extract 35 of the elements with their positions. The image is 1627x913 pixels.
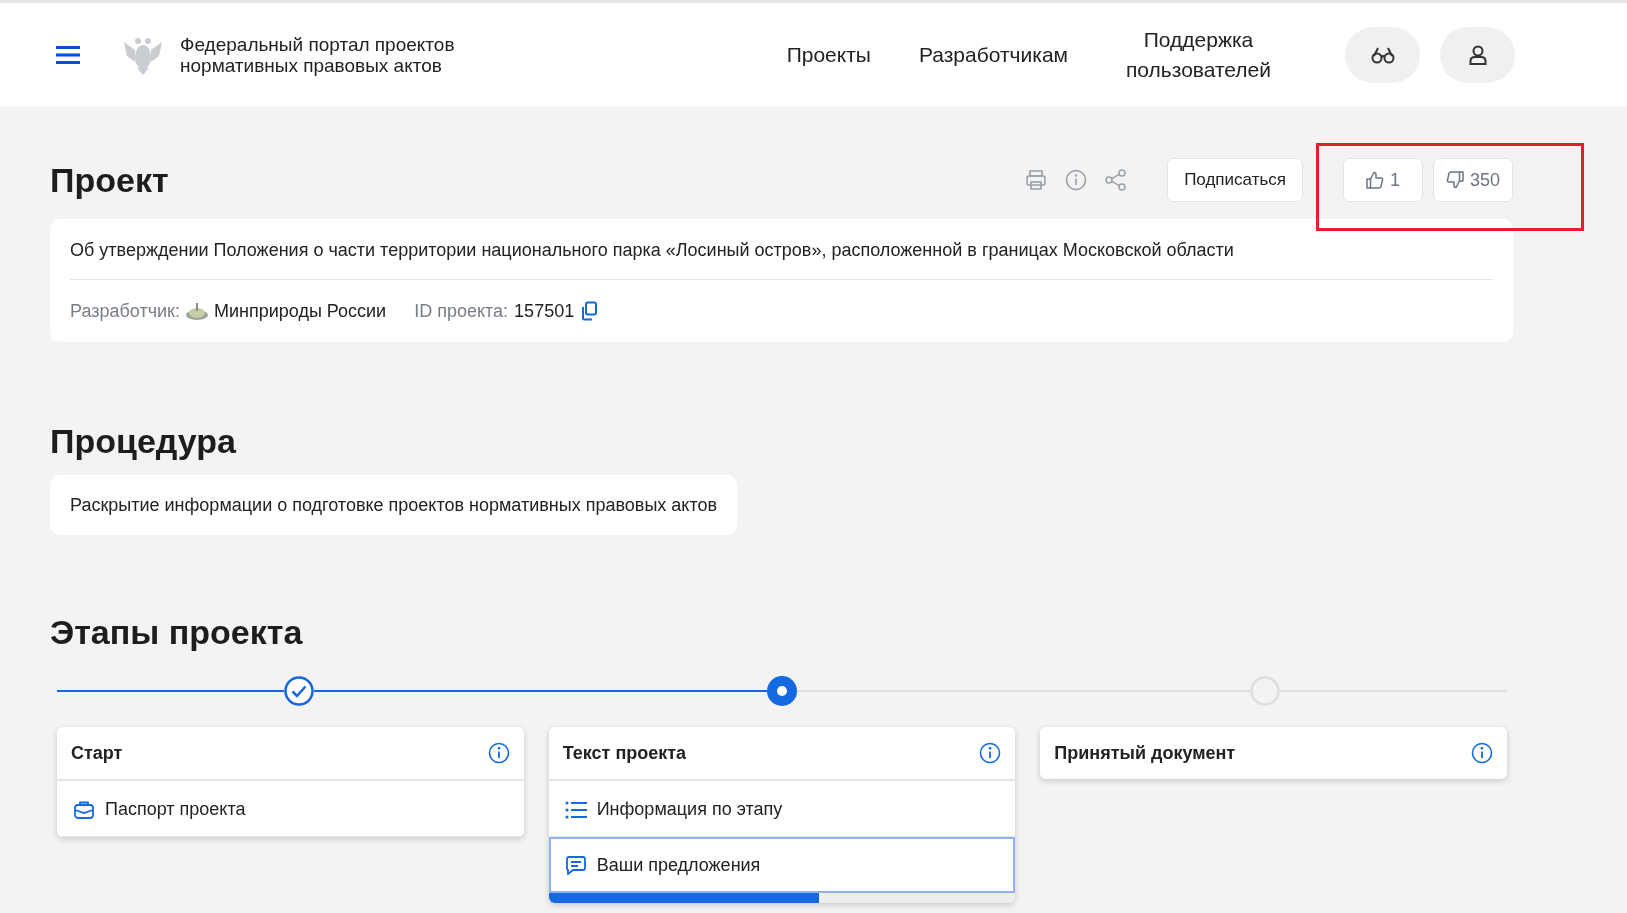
user-icon — [1468, 44, 1487, 65]
stage-title: Старт — [71, 742, 123, 764]
stage-title: Текст проекта — [562, 742, 687, 764]
comment-icon — [564, 855, 587, 875]
thumbs-down-icon — [1445, 171, 1464, 189]
glasses-icon — [1370, 45, 1395, 64]
stage-menu-item[interactable]: Паспорт проекта — [57, 781, 524, 837]
info-icon[interactable] — [487, 742, 510, 764]
section-heading: Этапы проекта — [50, 613, 304, 652]
info-icon[interactable] — [1471, 742, 1493, 764]
stage-menu-item[interactable]: Информация по этапу — [548, 781, 1016, 837]
portal-title[interactable]: Федеральный портал проектов нормативных правовых актов — [180, 33, 480, 76]
dislike-button[interactable]: 350 — [1433, 158, 1513, 202]
list-icon — [564, 800, 587, 819]
subscribe-button[interactable]: Подписаться — [1167, 158, 1303, 202]
stage-title: Принятый документ — [1054, 742, 1236, 764]
procedure-text: Раскрытие информации о подготовке проектов нормативных правовых актов — [70, 494, 718, 516]
info-icon[interactable] — [979, 742, 1002, 764]
stage-menu-item[interactable]: Ваши предложения — [548, 837, 1016, 893]
ministry-logo-icon — [184, 301, 209, 321]
nav-link[interactable]: Разработчикам — [918, 42, 1068, 67]
developer-label: Разработчик: — [70, 300, 180, 322]
thumbs-up-icon — [1366, 171, 1384, 189]
briefcase-icon — [73, 799, 95, 820]
page-heading: Проект — [50, 160, 169, 200]
developer-name[interactable]: Минприроды России — [213, 300, 387, 322]
section-heading: Процедура — [50, 422, 237, 461]
menu-icon[interactable] — [56, 44, 80, 65]
nav-link[interactable]: Проекты — [786, 42, 871, 67]
project-id: 157501 — [514, 300, 575, 322]
like-button[interactable]: 1 — [1343, 158, 1423, 202]
nav-link[interactable]: Поддержка пользователей — [1116, 24, 1281, 85]
copy-icon[interactable] — [580, 301, 599, 321]
project-id-label: ID проекта: — [414, 300, 509, 322]
project-title: Об утверждении Положения о части территории национального парка «Лосиный остров», расположенной в границах Московской области — [70, 239, 1235, 261]
